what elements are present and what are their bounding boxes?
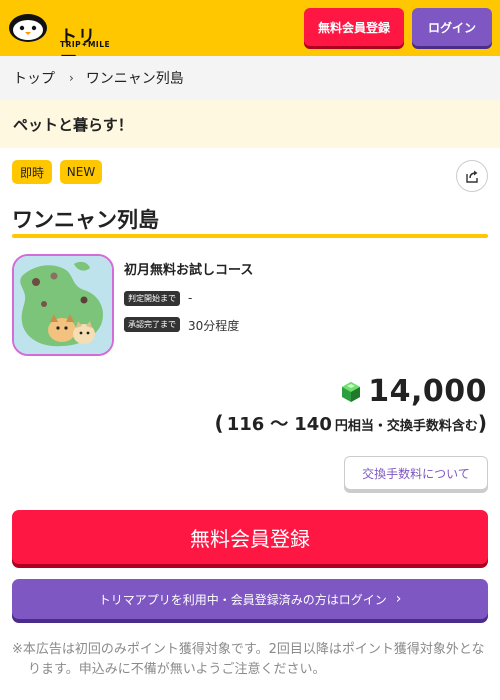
share-icon bbox=[466, 170, 478, 183]
course-name: 初月無料お試しコース bbox=[124, 263, 254, 278]
register-button[interactable]: 無料会員登録 bbox=[12, 510, 488, 564]
island-illustration-icon bbox=[14, 256, 112, 354]
yen-suffix: 円相当・交換手数料含む bbox=[334, 419, 478, 434]
exchange-fee-button[interactable]: 交換手数料について bbox=[344, 456, 488, 490]
logo-tagline: TRIP✦MILE bbox=[60, 40, 111, 49]
home-logo[interactable]: トリマ TRIP✦MILE bbox=[8, 10, 110, 72]
breadcrumb-current: ワンニャン列島 bbox=[85, 71, 184, 87]
breadcrumb: トップ › ワンニャン列島 bbox=[0, 56, 500, 100]
approval-label: 承認完了まで bbox=[124, 317, 180, 332]
penguin-logo-icon bbox=[9, 14, 47, 42]
tag-instant: 即時 bbox=[12, 160, 52, 184]
offer-title: ワンニャン列島 bbox=[12, 208, 159, 232]
header-login-button[interactable]: ログイン bbox=[412, 8, 492, 46]
offer-thumbnail bbox=[12, 254, 114, 356]
breadcrumb-home-link[interactable]: トップ bbox=[13, 68, 55, 88]
green-gem-icon bbox=[342, 381, 361, 402]
yen-range-separator: 〜 bbox=[270, 414, 289, 435]
share-button[interactable] bbox=[456, 160, 488, 192]
approval-value: 30分程度 bbox=[188, 319, 240, 333]
site-header: トリマ TRIP✦MILE 無料会員登録 ログイン bbox=[0, 0, 500, 72]
yen-max: 140 bbox=[294, 414, 332, 435]
header-register-button[interactable]: 無料会員登録 bbox=[304, 8, 404, 46]
chevron-right-icon: › bbox=[395, 591, 402, 607]
judge-start-label: 判定開始まで bbox=[124, 291, 180, 306]
yen-min: 116 bbox=[226, 414, 265, 435]
app-login-label: トリマアプリを利用中・会員登録済みの方はログイン bbox=[98, 592, 387, 607]
reward-points: 14,000 bbox=[340, 374, 487, 409]
yen-equivalent: ( 116 〜 140 円相当・交換手数料含む ) bbox=[215, 410, 487, 436]
category-banner: ペットと暮らす！ bbox=[0, 100, 500, 148]
points-value: 14,000 bbox=[368, 374, 487, 409]
chevron-right-icon: › bbox=[69, 71, 74, 85]
category-banner-text: ペットと暮らす！ bbox=[13, 115, 133, 134]
yen-open-paren: ( bbox=[214, 411, 224, 435]
title-underline bbox=[12, 234, 488, 238]
judge-start-value: - bbox=[188, 291, 193, 305]
yen-close-paren: ) bbox=[477, 411, 487, 435]
app-login-button[interactable]: トリマアプリを利用中・会員登録済みの方はログイン › bbox=[12, 579, 488, 619]
tag-new: NEW bbox=[60, 160, 102, 184]
campaign-notice: ※本広告は初回のみポイント獲得対象です。2回目以降はポイント獲得対象外となります… bbox=[12, 642, 485, 677]
